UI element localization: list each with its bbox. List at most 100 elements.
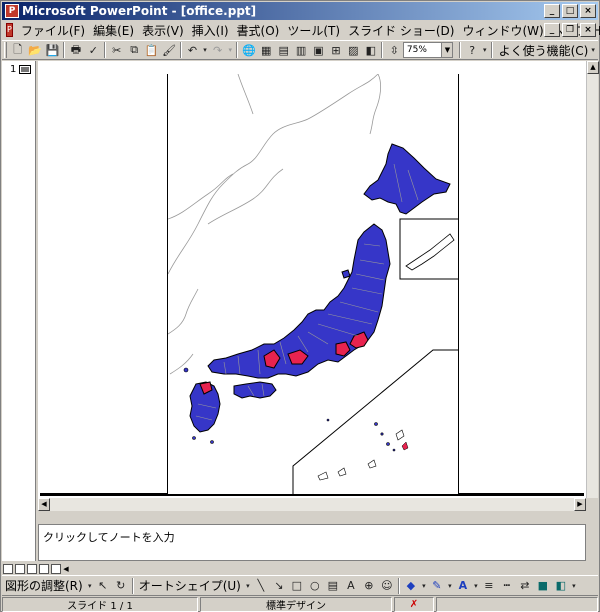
arrow-style-icon[interactable]: ⇄ bbox=[516, 577, 534, 595]
frequent-features-button[interactable]: よく使う機能(C) bbox=[499, 42, 589, 59]
undo-dropdown-icon[interactable]: ▾ bbox=[201, 41, 209, 59]
print-icon[interactable]: 🖶 bbox=[67, 41, 84, 59]
slide-thumbnail-pane[interactable]: 1 bbox=[2, 61, 36, 561]
redo-icon[interactable]: ↷ bbox=[209, 41, 226, 59]
menu-window[interactable]: ウィンドウ(W) bbox=[458, 22, 547, 39]
okinawa-highlight bbox=[401, 441, 409, 451]
line-icon[interactable]: ╲ bbox=[252, 577, 270, 595]
toolbar-separator bbox=[236, 42, 239, 58]
japan-prefectures bbox=[189, 143, 451, 433]
slide-thumbnail-icon[interactable] bbox=[19, 65, 31, 74]
help-dropdown-icon[interactable]: ▾ bbox=[481, 41, 489, 59]
close-button[interactable]: × bbox=[580, 4, 596, 18]
toolbar-separator bbox=[104, 42, 107, 58]
maximize-button[interactable]: □ bbox=[562, 4, 578, 18]
horizontal-scrollbar[interactable]: ◀ ▶ bbox=[38, 498, 586, 511]
menu-file[interactable]: ファイル(F) bbox=[17, 22, 89, 39]
slide-canvas[interactable] bbox=[40, 74, 584, 496]
new-slide-icon[interactable]: ▣ bbox=[310, 41, 327, 59]
doc-close-button[interactable]: × bbox=[580, 23, 596, 37]
format-painter-icon[interactable]: 🖌 bbox=[160, 41, 177, 59]
paste-icon[interactable]: 📋 bbox=[143, 41, 160, 59]
menu-format[interactable]: 書式(O) bbox=[233, 22, 284, 39]
spelling-status-cell[interactable]: ✗ bbox=[394, 596, 434, 612]
fill-color-icon[interactable]: ◆ bbox=[402, 577, 420, 595]
autoshape-dropdown-icon[interactable]: ▾ bbox=[244, 577, 252, 595]
frequent-features-dropdown-icon[interactable]: ▾ bbox=[588, 41, 598, 59]
menu-edit[interactable]: 編集(E) bbox=[89, 22, 138, 39]
menu-insert[interactable]: 挿入(I) bbox=[188, 22, 233, 39]
expand-icon[interactable]: ⊞ bbox=[327, 41, 344, 59]
hyperlink-icon[interactable]: 🌐 bbox=[240, 41, 257, 59]
document-icon[interactable]: P bbox=[6, 23, 13, 37]
doc-restore-button[interactable]: ❐ bbox=[562, 23, 578, 37]
line-color-icon[interactable]: ✎ bbox=[428, 577, 446, 595]
minimize-button[interactable]: _ bbox=[544, 4, 560, 18]
spellcheck-status-icon[interactable]: ✗ bbox=[410, 599, 418, 610]
rotate-icon[interactable]: ↻ bbox=[112, 577, 130, 595]
okinawa-islands bbox=[317, 429, 405, 481]
toolbar-grip[interactable] bbox=[4, 42, 7, 58]
oval-icon[interactable]: ○ bbox=[306, 577, 324, 595]
slide-editing-pane[interactable] bbox=[38, 61, 598, 498]
normal-view-icon[interactable] bbox=[3, 563, 13, 574]
wordart-icon[interactable]: A bbox=[342, 577, 360, 595]
zoom-select[interactable]: 75% ▼ bbox=[402, 42, 454, 58]
slide-info-cell: スライド 1 / 1 bbox=[2, 596, 198, 612]
menu-slideshow[interactable]: スライド ショー(D) bbox=[344, 22, 458, 39]
help-icon[interactable]: ? bbox=[463, 41, 480, 59]
adjust-dropdown-icon[interactable]: ▾ bbox=[86, 577, 94, 595]
arrow-icon[interactable]: ↘ bbox=[270, 577, 288, 595]
show-formatting-icon[interactable]: ▨ bbox=[345, 41, 362, 59]
fill-dropdown-icon[interactable]: ▾ bbox=[420, 577, 428, 595]
shadow-icon[interactable]: ■ bbox=[534, 577, 552, 595]
outline-view-icon[interactable] bbox=[15, 563, 25, 574]
autoshape-menu[interactable]: オートシェイプ(U) bbox=[136, 577, 244, 594]
grayscale-icon[interactable]: ◧ bbox=[362, 41, 379, 59]
save-icon[interactable]: 💾 bbox=[44, 41, 61, 59]
more-dropdown-icon[interactable]: ▾ bbox=[570, 577, 578, 595]
doc-minimize-button[interactable]: _ bbox=[544, 23, 560, 37]
powerpoint-app-icon[interactable]: P bbox=[5, 4, 19, 18]
menu-tools[interactable]: ツール(T) bbox=[283, 22, 344, 39]
line-color-dropdown-icon[interactable]: ▾ bbox=[446, 577, 454, 595]
slide-view-icon[interactable] bbox=[27, 563, 37, 574]
status-empty-cell bbox=[436, 596, 598, 612]
clipart-icon[interactable]: ☺ bbox=[378, 577, 396, 595]
vertical-scrollbar[interactable]: ▲ bbox=[586, 61, 599, 498]
dash-style-icon[interactable]: ┅ bbox=[498, 577, 516, 595]
open-folder-icon[interactable]: 📂 bbox=[26, 41, 43, 59]
chevron-down-icon[interactable]: ▼ bbox=[441, 43, 453, 57]
draw-adjust-menu[interactable]: 図形の調整(R) bbox=[2, 577, 86, 594]
notes-pane[interactable]: クリックしてノートを入力 bbox=[38, 524, 586, 561]
rectangle-icon[interactable]: □ bbox=[288, 577, 306, 595]
font-color-icon[interactable]: A bbox=[454, 577, 472, 595]
chart-icon[interactable]: ▥ bbox=[292, 41, 309, 59]
scroll-up-icon[interactable]: ▲ bbox=[587, 61, 599, 74]
slide-sorter-icon[interactable] bbox=[39, 563, 49, 574]
font-color-dropdown-icon[interactable]: ▾ bbox=[472, 577, 480, 595]
japan-map-image[interactable] bbox=[167, 74, 459, 494]
toolbar-separator bbox=[179, 42, 182, 58]
spellcheck-icon[interactable]: ✓ bbox=[85, 41, 102, 59]
copy-icon[interactable]: ⧉ bbox=[126, 41, 143, 59]
cut-icon[interactable]: ✂ bbox=[108, 41, 125, 59]
tables-borders-icon[interactable]: ▤ bbox=[275, 41, 292, 59]
scroll-right-icon[interactable]: ▶ bbox=[574, 498, 586, 511]
new-document-icon[interactable]: 🗋 bbox=[9, 41, 26, 59]
textbox-icon[interactable]: ▤ bbox=[324, 577, 342, 595]
select-arrow-icon[interactable]: ↖ bbox=[94, 577, 112, 595]
redo-dropdown-icon[interactable]: ▾ bbox=[226, 41, 234, 59]
3d-icon[interactable]: ◧ bbox=[552, 577, 570, 595]
slideshow-view-icon[interactable] bbox=[51, 563, 61, 574]
zoom-value: 75% bbox=[406, 45, 427, 55]
line-spacing-icon[interactable]: ⇳ bbox=[385, 41, 402, 59]
table-icon[interactable]: ▦ bbox=[258, 41, 275, 59]
undo-icon[interactable]: ↶ bbox=[184, 41, 201, 59]
line-style-icon[interactable]: ≡ bbox=[480, 577, 498, 595]
map-svg bbox=[168, 74, 458, 494]
scroll-left-icon[interactable]: ◀ bbox=[38, 498, 50, 511]
menu-view[interactable]: 表示(V) bbox=[138, 22, 188, 39]
diagram-icon[interactable]: ⊕ bbox=[360, 577, 378, 595]
scroll-left-icon[interactable]: ◀ bbox=[61, 565, 71, 573]
